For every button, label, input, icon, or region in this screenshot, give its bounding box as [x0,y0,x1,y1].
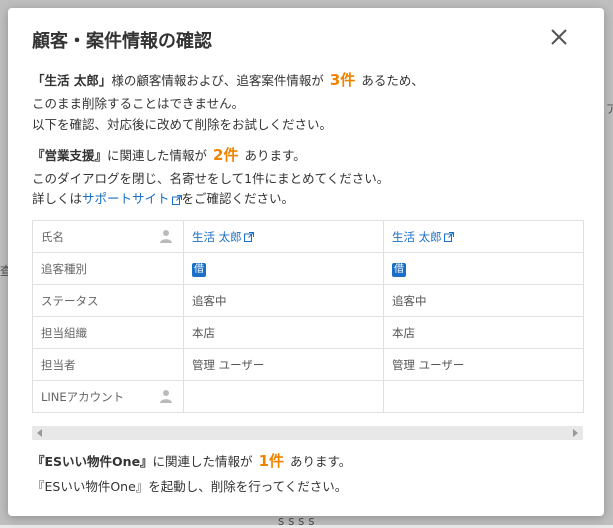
intro-line-3: 以下を確認、対応後に改めて削除をお試しください。 [32,117,333,132]
es-count: 1件 [258,452,284,470]
table-row: 氏名 生活 太郎 生活 太郎 [32,220,584,253]
close-button[interactable] [548,26,570,48]
intro-text-end: あるため、 [361,73,424,88]
eigyo-line-3-suffix: をご確認ください。 [181,191,295,206]
person-icon [160,230,172,243]
row-label: 担当者 [32,348,184,381]
es-text: に関連した情報が [152,454,253,469]
intro-count: 3件 [329,71,356,89]
scroll-right-icon[interactable] [571,429,579,437]
table-cell: 本店 [183,316,384,349]
eigyo-line-2: このダイアログを閉じ、名寄せをして1件にまとめてください。 [32,171,390,186]
table-cell: 管理 ユーザー [183,348,384,381]
eigyo-text-end: あります。 [244,148,306,163]
table-cell [183,380,384,413]
table-row: 担当者 管理 ユーザー 管理 ユーザー [32,348,584,381]
dialog-title: 顧客・案件情報の確認 [32,31,212,52]
es-text-end: あります。 [290,454,352,469]
eigyo-line-3-prefix: 詳しくは [32,191,83,206]
row-label-text: LINEアカウント [41,389,125,404]
table-cell: 追客中 [383,284,584,317]
table-cell: 本店 [383,316,584,349]
row-label: 氏名 [32,220,184,253]
es-name: 『ESいい物件One』 [32,454,153,469]
confirm-dialog: 顧客・案件情報の確認 「生活 太郎」様の顧客情報および、追客案件情報が 3件 あるた… [8,8,604,516]
eigyo-name: 『営業支援』 [32,148,108,163]
table-cell: 生活 太郎 [383,220,584,253]
customer-link-label: 生活 太郎 [192,229,242,244]
table-cell: 生活 太郎 [183,220,384,253]
comparison-table: 氏名 生活 太郎 生活 太郎 追客種別 借 借 ステータス 追客中 追客中 担当… [32,220,584,413]
rental-badge: 借 [392,262,406,277]
intro-text: 様の顧客情報および、追客案件情報が [111,73,324,88]
support-site-label: サポートサイト [82,191,170,206]
customer-name: 「生活 太郎」 [32,73,112,88]
eigyo-line-1: 『営業支援』に関連した情報が 2件 あります。 [32,146,306,165]
table-cell: 追客中 [183,284,384,317]
horizontal-scrollbar[interactable] [32,426,583,440]
external-link-icon [171,194,182,205]
table-row: 担当組織 本店 本店 [32,316,584,349]
intro-line-1: 「生活 太郎」様の顧客情報および、追客案件情報が 3件 あるため、 [32,71,424,90]
table-cell: 管理 ユーザー [383,348,584,381]
table-cell [383,380,584,413]
intro-line-2: このまま削除することはできません。 [32,96,245,111]
support-site-link[interactable]: サポートサイト [82,191,182,206]
row-label: 追客種別 [32,252,184,285]
table-row: 追客種別 借 借 [32,252,584,285]
eigyo-line-3: 詳しくはサポートサイト をご確認ください。 [32,190,294,208]
table-row: ステータス 追客中 追客中 [32,284,584,317]
external-link-icon [443,232,454,242]
person-icon [160,390,172,403]
table-cell: 借 [183,252,384,285]
close-icon [551,29,567,45]
customer-link[interactable]: 生活 太郎 [392,230,454,244]
rental-badge: 借 [192,262,206,277]
row-label-text: 氏名 [41,229,64,244]
external-link-icon [243,232,254,242]
row-label: LINEアカウント [32,380,184,413]
es-line-1: 『ESいい物件One』に関連した情報が 1件 あります。 [32,452,351,471]
customer-link[interactable]: 生活 太郎 [192,230,254,244]
table-cell: 借 [383,252,584,285]
row-label: ステータス [32,284,184,317]
row-label: 担当組織 [32,316,184,349]
scroll-left-icon[interactable] [36,429,44,437]
table-row: LINEアカウント [32,380,584,413]
eigyo-text: に関連した情報が [107,148,208,163]
customer-link-label: 生活 太郎 [392,229,442,244]
eigyo-count: 2件 [213,146,239,164]
es-line-2: 『ESいい物件One』を起動し、削除を行ってください。 [32,479,348,494]
